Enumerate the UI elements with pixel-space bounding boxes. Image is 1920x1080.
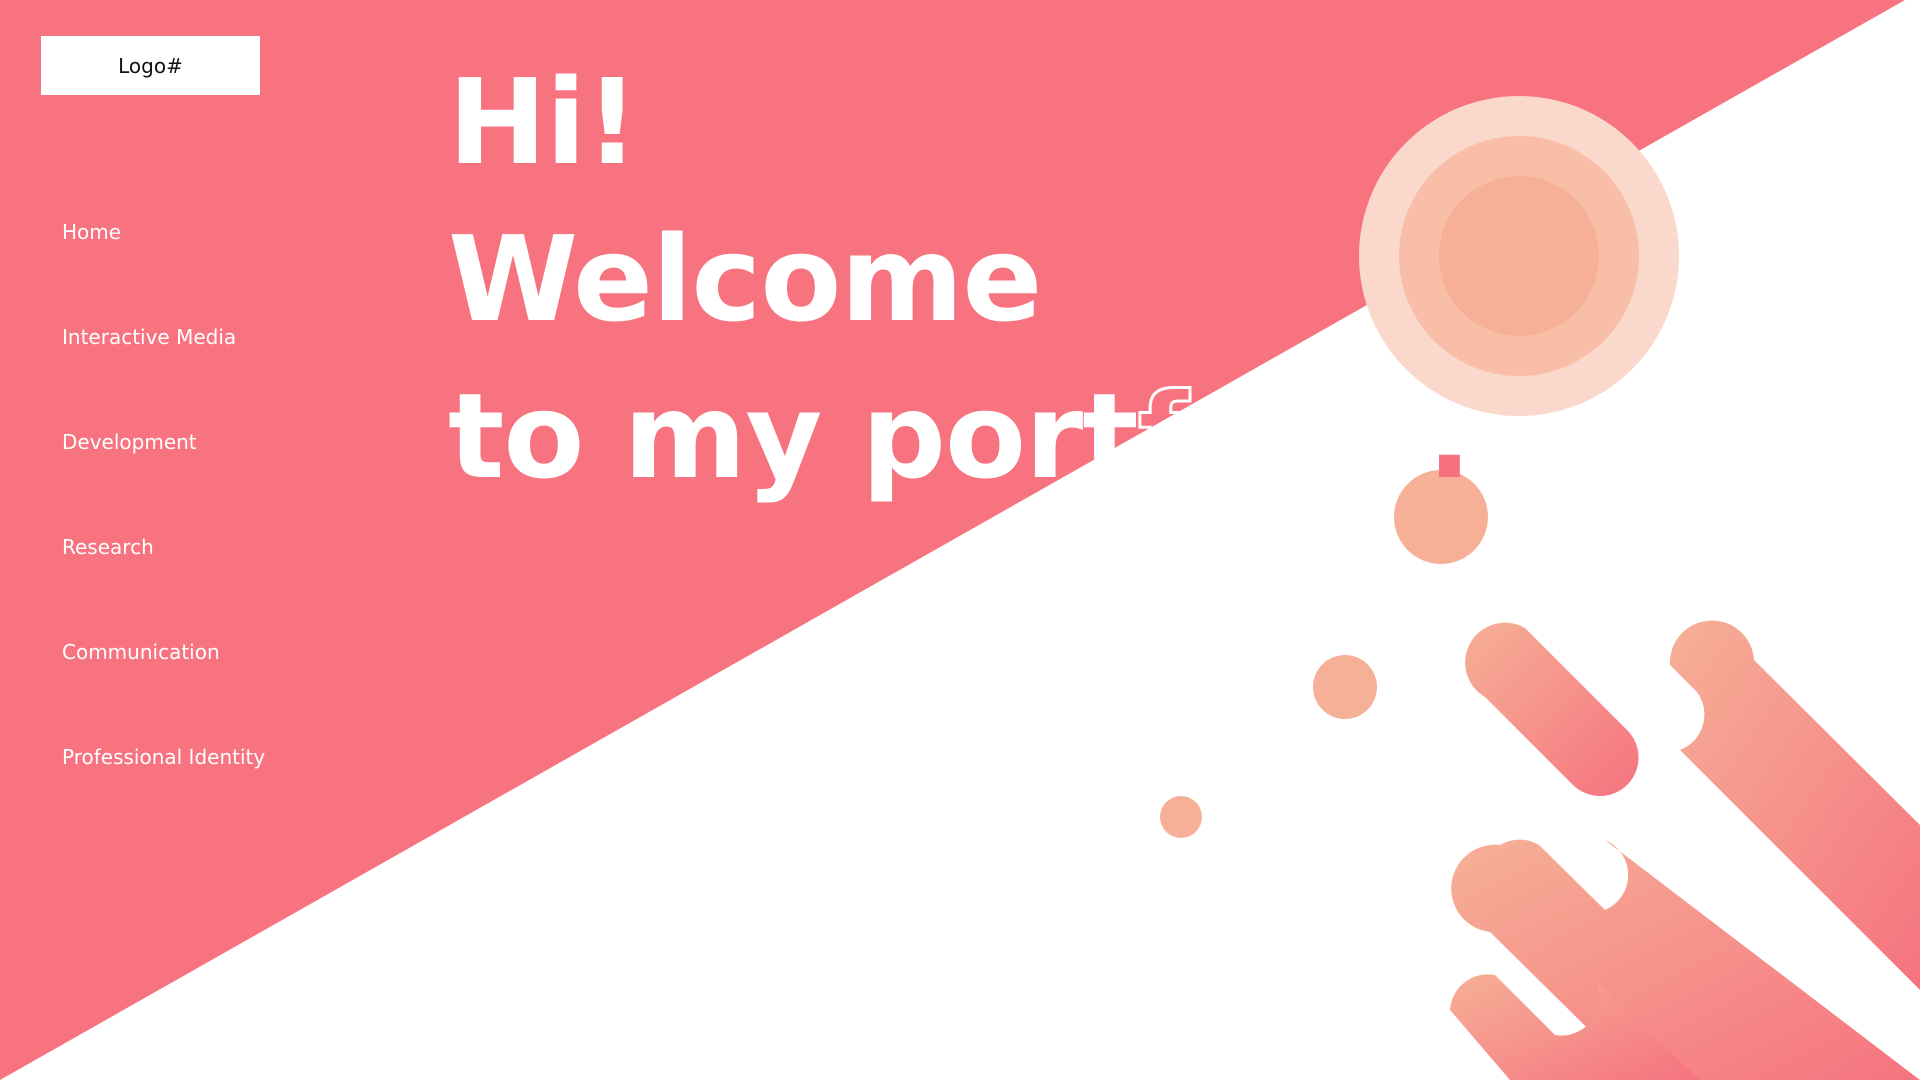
dot-medium [1313,655,1377,719]
nav-link-communication[interactable]: Communication [62,640,220,664]
hero-text-period: . [1427,367,1472,505]
hero-line-greeting: Hi! [448,53,639,191]
nav-link-interactive-media[interactable]: Interactive Media [62,325,236,349]
hero-text-outline: folio [1136,366,1429,507]
nav-item-professional-identity: Professional Identity [62,737,265,842]
nav-item-research: Research [62,527,265,632]
pill-shape-1 [1465,622,1639,797]
nav-link-development[interactable]: Development [62,430,197,454]
dot-small [1160,796,1202,838]
nav-item-home: Home [62,212,265,317]
nav-link-home[interactable]: Home [62,220,121,244]
hero-heading: Hi! Welcome to my portfolio. [448,44,1472,515]
logo-label: Logo# [118,53,183,78]
hero-text-prefix: to my port [448,367,1139,505]
nav-link-research[interactable]: Research [62,535,154,559]
main-nav: Home Interactive Media Development Resea… [62,212,265,842]
nav-link-professional-identity[interactable]: Professional Identity [62,745,265,769]
pill-shapes [1450,620,1920,1080]
nav-item-development: Development [62,422,265,527]
page: Logo# Home Interactive Media Development… [0,0,1920,1080]
nav-item-communication: Communication [62,632,265,737]
nav-item-interactive-media: Interactive Media [62,317,265,422]
hero-line-portfolio: to my portfolio. [448,358,1472,515]
hero-line-welcome: Welcome [448,210,1042,348]
logo[interactable]: Logo# [41,36,260,95]
